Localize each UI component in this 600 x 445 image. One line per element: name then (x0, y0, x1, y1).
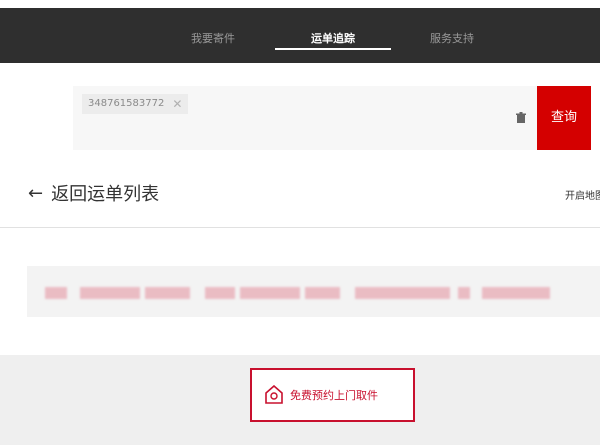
nav-item-send[interactable]: 我要寄件 (191, 30, 235, 46)
free-pickup-button[interactable]: 免费预约上门取件 (250, 368, 415, 422)
query-button[interactable]: 查询 (537, 86, 591, 150)
back-arrow-icon: ← (28, 182, 44, 204)
top-navbar (0, 0, 600, 63)
blurred-text (205, 287, 235, 299)
close-icon[interactable]: ✕ (172, 94, 182, 114)
top-strip (0, 0, 600, 8)
tracking-number: 348761583772 (88, 98, 165, 109)
back-to-list-link[interactable]: ← 返回运单列表 (28, 180, 159, 206)
house-pin-icon (265, 385, 283, 404)
blurred-text (355, 287, 450, 299)
blurred-text (305, 287, 340, 299)
pickup-label: 免费预约上门取件 (290, 389, 378, 402)
back-label: 返回运单列表 (51, 184, 160, 205)
nav-active-indicator (275, 48, 391, 50)
divider (0, 227, 600, 228)
blurred-text (45, 287, 67, 299)
tracking-number-tag: 348761583772 ✕ (82, 94, 189, 114)
trash-icon[interactable] (515, 112, 527, 124)
map-toggle[interactable]: 开启地图 (565, 187, 600, 202)
blurred-text (458, 287, 470, 299)
nav-item-tracking[interactable]: 运单追踪 (311, 30, 355, 46)
blurred-text (80, 287, 140, 299)
blurred-text (482, 287, 550, 299)
nav-item-support[interactable]: 服务支持 (430, 30, 474, 46)
blurred-text (145, 287, 190, 299)
blurred-text (240, 287, 300, 299)
